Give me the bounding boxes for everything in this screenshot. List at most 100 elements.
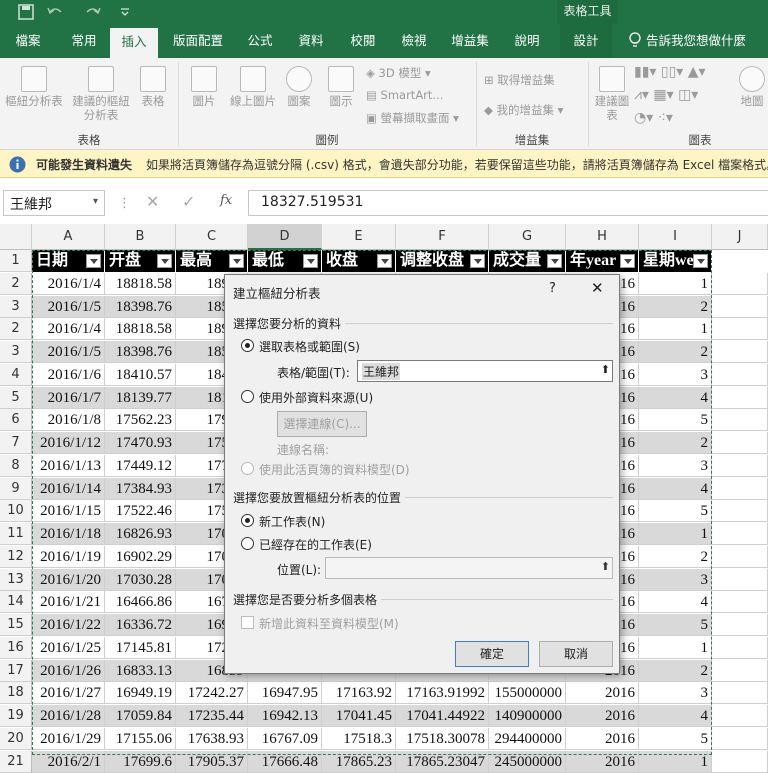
table-cell[interactable]: 2016/1/4 [32, 272, 105, 295]
table-cell[interactable]: 2016/1/8 [32, 409, 105, 432]
table-cell[interactable]: 2016 [566, 727, 639, 750]
table-cell[interactable] [712, 409, 768, 432]
table-cell[interactable]: 17699.6 [105, 750, 176, 773]
recommended-charts-button[interactable]: 建議圖表 [594, 66, 630, 122]
table-cell[interactable]: 17449.12 [105, 454, 176, 477]
filter-dropdown-icon[interactable] [547, 254, 562, 268]
pivot-table-button[interactable]: 樞紐分析表 [2, 66, 66, 108]
range-input[interactable]: 王維邦 ⬆ [357, 360, 613, 382]
table-cell[interactable]: 1 [639, 272, 712, 295]
radio-existing-sheet[interactable] [241, 537, 254, 550]
table-cell[interactable]: 18818.58 [105, 272, 176, 295]
table-button[interactable]: 表格 [136, 66, 170, 108]
table-cell[interactable]: 17865.23 [322, 750, 396, 773]
online-pictures-button[interactable]: 線上圖片 [226, 66, 280, 108]
table-cell[interactable]: 2016/2/1 [32, 750, 105, 773]
tab-review[interactable]: 校閱 [340, 24, 386, 58]
row-header[interactable]: 2 [0, 318, 32, 341]
table-header-cell[interactable]: 成交量 [489, 250, 565, 272]
location-input[interactable]: ⬆ [325, 557, 613, 579]
tab-data[interactable]: 資料 [288, 24, 334, 58]
row-header[interactable]: 3 [0, 341, 32, 363]
table-cell[interactable]: 5 [639, 500, 712, 523]
column-header-b[interactable]: B [105, 224, 176, 250]
row-header[interactable]: 16 [0, 636, 32, 659]
table-cell[interactable]: 17384.93 [105, 477, 176, 500]
table-header-cell[interactable]: 最低 [248, 250, 321, 272]
undo-icon[interactable] [46, 4, 64, 20]
table-cell[interactable] [712, 341, 768, 363]
table-cell[interactable]: 2016/1/26 [32, 659, 105, 682]
table-cell[interactable]: 18410.57 [105, 363, 176, 386]
table-cell[interactable]: 3 [639, 682, 712, 705]
filter-dropdown-icon[interactable] [377, 254, 392, 268]
table-cell[interactable]: 17163.91992 [396, 682, 489, 705]
table-cell[interactable]: 17518.3 [322, 727, 396, 750]
table-cell[interactable]: 2016/1/12 [32, 432, 105, 454]
table-cell[interactable]: 2 [639, 341, 712, 363]
row-header[interactable]: 13 [0, 568, 32, 591]
radio-data-model[interactable] [241, 462, 254, 475]
table-cell[interactable]: 18398.76 [105, 295, 176, 318]
row-header[interactable]: 1 [0, 250, 32, 272]
table-header-cell[interactable]: 年year [566, 250, 638, 272]
radio-external-source[interactable] [241, 390, 254, 403]
save-icon[interactable] [18, 4, 34, 20]
column-header-f[interactable]: F [396, 224, 489, 250]
close-icon[interactable]: ✕ [591, 279, 604, 297]
my-addins-button[interactable]: ◆ 我的增益集 ▾ [484, 102, 563, 118]
row-header[interactable]: 4 [0, 363, 32, 386]
formula-input[interactable]: 18327.519531 [248, 190, 768, 216]
table-cell[interactable]: 3 [639, 363, 712, 386]
filter-dropdown-icon[interactable] [470, 254, 485, 268]
choose-connection-button[interactable]: 選擇連線(C)... [277, 411, 367, 437]
row-header[interactable]: 17 [0, 659, 32, 682]
table-cell[interactable]: 1 [639, 523, 712, 545]
table-cell[interactable]: 17666.48 [248, 750, 322, 773]
table-cell[interactable]: 2 [639, 659, 712, 682]
table-cell[interactable]: 17163.92 [322, 682, 396, 705]
row-header[interactable]: 19 [0, 705, 32, 727]
tab-insert[interactable]: 插入 [110, 28, 158, 58]
table-cell[interactable]: 3 [639, 568, 712, 591]
table-cell[interactable]: 5 [639, 409, 712, 432]
row-header[interactable]: 3 [0, 295, 32, 318]
table-cell[interactable]: 2016 [566, 750, 639, 773]
table-cell[interactable] [712, 682, 768, 705]
table-cell[interactable]: 2016/1/7 [32, 386, 105, 409]
table-cell[interactable]: 2016/1/4 [32, 318, 105, 341]
table-cell[interactable]: 17470.93 [105, 432, 176, 454]
table-cell[interactable]: 5 [639, 727, 712, 750]
tab-page-layout[interactable]: 版面配置 [166, 24, 230, 58]
table-cell[interactable]: 17030.28 [105, 568, 176, 591]
table-cell[interactable] [712, 477, 768, 500]
row-header[interactable]: 12 [0, 545, 32, 568]
table-cell[interactable]: 155000000 [489, 682, 566, 705]
table-cell[interactable]: 2016/1/18 [32, 523, 105, 545]
table-cell[interactable]: 4 [639, 477, 712, 500]
table-cell[interactable] [712, 750, 768, 773]
pictures-button[interactable]: 圖片 [184, 66, 224, 108]
tab-design[interactable]: 設計 [560, 24, 612, 58]
row-header[interactable]: 20 [0, 727, 32, 750]
table-cell[interactable]: 16466.86 [105, 591, 176, 614]
table-header-cell[interactable]: 星期we [639, 250, 711, 272]
table-cell[interactable]: 17059.84 [105, 705, 176, 727]
table-cell[interactable]: 17518.30078 [396, 727, 489, 750]
table-cell[interactable]: 17242.27 [176, 682, 248, 705]
table-cell[interactable]: 2016/1/21 [32, 591, 105, 614]
table-cell[interactable]: 2016/1/13 [32, 454, 105, 477]
table-cell[interactable] [712, 454, 768, 477]
row-header[interactable]: 10 [0, 500, 32, 523]
table-cell[interactable]: 2016/1/5 [32, 295, 105, 318]
table-cell[interactable]: 17155.06 [105, 727, 176, 750]
table-cell[interactable]: 1 [639, 318, 712, 341]
table-cell[interactable] [712, 591, 768, 614]
table-cell[interactable]: 294400000 [489, 727, 566, 750]
column-header-d[interactable]: D [248, 224, 322, 250]
row-header[interactable]: 6 [0, 409, 32, 432]
select-all-corner[interactable] [0, 224, 32, 250]
table-cell[interactable]: 16336.72 [105, 614, 176, 636]
row-header[interactable]: 14 [0, 591, 32, 614]
table-cell[interactable]: 16767.09 [248, 727, 322, 750]
